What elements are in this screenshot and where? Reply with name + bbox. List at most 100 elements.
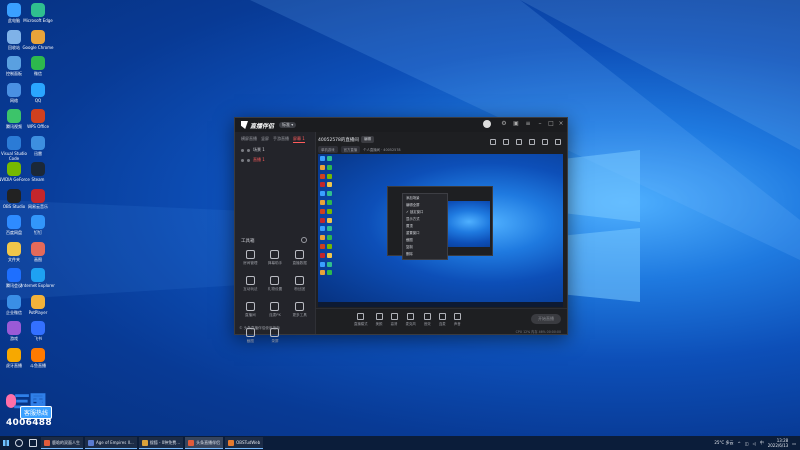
clock[interactable]: 13:28 2022/6/13	[768, 438, 789, 448]
context-menu-item[interactable]: 截图	[403, 237, 447, 244]
desktop-app-icon[interactable]	[7, 321, 21, 335]
minimize-icon[interactable]: –	[537, 121, 543, 127]
tool-item[interactable]: 弹幕助手	[263, 250, 288, 266]
volume-icon[interactable]: ◁	[753, 441, 756, 446]
desktop-app-icon[interactable]	[31, 162, 45, 176]
context-menu-item[interactable]: 添加场景	[403, 195, 447, 202]
tool-item[interactable]: 直播间	[238, 302, 263, 318]
desktop-app-icon[interactable]	[31, 82, 45, 97]
bottom-tool[interactable]: 麦克风	[406, 313, 416, 326]
tab-portrait[interactable]: 竖屏	[261, 136, 269, 143]
desktop-app-icon[interactable]	[7, 241, 21, 256]
context-menu-item[interactable]: 删除	[403, 251, 447, 258]
context-menu-item[interactable]: 置顶	[403, 223, 447, 230]
category-pill[interactable]: 单机游戏	[318, 146, 338, 153]
tab-mobile-game[interactable]: 手游直播	[273, 136, 289, 143]
layout-icon[interactable]	[503, 139, 509, 145]
taskbar-app[interactable]: 搜狐 - 0种免费...	[138, 437, 184, 449]
network-icon[interactable]: ◫	[745, 441, 749, 446]
desktop-app-icon[interactable]	[7, 215, 21, 229]
desktop-app-icon[interactable]	[7, 135, 21, 150]
desktop-app-icon[interactable]	[31, 135, 45, 150]
desktop-app-icon[interactable]	[31, 109, 45, 123]
chat-icon[interactable]	[516, 139, 522, 145]
start-button[interactable]	[0, 436, 12, 450]
desktop-app-icon[interactable]	[31, 56, 45, 70]
desktop-app-icon[interactable]	[7, 188, 21, 203]
edit-room-button[interactable]: 编辑	[361, 136, 374, 143]
tool-item[interactable]: 直播数据	[287, 250, 312, 266]
taskbar-app[interactable]: 头条直播伴侣	[185, 437, 224, 449]
desktop-app-icon[interactable]	[31, 188, 45, 203]
avatar[interactable]	[483, 120, 491, 128]
input-language[interactable]: 中	[760, 440, 764, 446]
bottom-tool[interactable]: 美颜	[375, 313, 383, 326]
type-pill[interactable]: 官方直播	[340, 146, 361, 153]
eye-icon[interactable]	[241, 148, 244, 152]
lock-icon[interactable]	[247, 158, 250, 162]
chevron-up-icon[interactable]: ^	[737, 441, 740, 446]
eye-icon[interactable]	[241, 158, 244, 162]
weather[interactable]: 25°C 多云	[714, 440, 733, 446]
tool-item[interactable]: 更多工具	[287, 302, 312, 318]
bottom-tool[interactable]: 连麦	[438, 313, 446, 326]
window-titlebar[interactable]: 直播伴侣 标准 ▾ ⚙ ▣ ≡ – □ ×	[235, 118, 567, 132]
context-menu-item[interactable]: 显示方式	[403, 216, 447, 223]
tab-screen[interactable]: 屏幕 1	[293, 136, 305, 143]
desktop-app-icon[interactable]	[7, 29, 21, 44]
desktop-app-icon[interactable]	[7, 109, 21, 123]
desktop-app-icon[interactable]	[7, 162, 21, 176]
desktop-app-icon[interactable]	[31, 3, 45, 17]
desktop-app-icon[interactable]	[31, 268, 45, 282]
lock-icon[interactable]	[247, 148, 250, 152]
taskbar-app[interactable]: Age of Empires II...	[85, 437, 137, 449]
tab-landscape[interactable]: 横屏直播	[241, 136, 257, 143]
desktop-app-icon[interactable]	[7, 82, 21, 97]
share-icon[interactable]	[555, 139, 561, 145]
task-view-icon[interactable]	[29, 439, 37, 447]
bottom-tool[interactable]: 高清	[390, 313, 398, 326]
scene-item[interactable]: 场景 1	[235, 143, 315, 153]
skin-icon[interactable]: ▣	[513, 121, 519, 127]
search-icon[interactable]	[15, 439, 23, 447]
bottom-tool[interactable]: 音效	[423, 313, 431, 326]
desktop-app-icon[interactable]	[7, 294, 21, 309]
close-icon[interactable]: ×	[558, 121, 564, 127]
mode-dropdown[interactable]: 标准 ▾	[279, 122, 297, 128]
desktop-app-icon[interactable]	[7, 3, 21, 17]
desktop-app-icon[interactable]	[7, 347, 21, 362]
settings-icon[interactable]: ⚙	[501, 121, 507, 127]
start-live-button[interactable]: 开始直播	[531, 314, 561, 324]
desktop-app-icon[interactable]	[7, 268, 21, 282]
share-screen-icon[interactable]	[490, 139, 496, 145]
menu-icon[interactable]: ≡	[525, 121, 531, 127]
tool-item[interactable]: 礼物设置	[263, 276, 288, 292]
desktop-app-icon[interactable]	[31, 29, 45, 44]
desktop-app-icon[interactable]	[31, 215, 45, 229]
bottom-tool[interactable]: 直播模式	[354, 313, 368, 326]
mic-icon[interactable]	[529, 139, 535, 145]
live-preview[interactable]: 添加场景编辑全屏锁定窗口显示方式置顶重置窗口截图复制删除	[318, 154, 563, 307]
desktop-app-icon[interactable]	[31, 347, 45, 362]
guide-link[interactable]: © 头条直播伴侣使用指南	[239, 326, 280, 331]
taskbar-app[interactable]: OBSTudWeb	[225, 437, 264, 449]
live-companion-window[interactable]: 直播伴侣 标准 ▾ ⚙ ▣ ≡ – □ × 横屏直播 竖屏 手游直播 屏幕 1 …	[234, 117, 568, 343]
scene-item[interactable]: 直播 1	[235, 153, 315, 163]
notification-center-icon[interactable]: ▭	[792, 441, 796, 446]
toolbox-settings-icon[interactable]	[301, 237, 307, 243]
desktop-app-icon[interactable]	[31, 294, 45, 309]
taskbar-app[interactable]: 鹿晗的双面人生	[41, 437, 83, 449]
context-menu-item[interactable]: 复制	[403, 244, 447, 251]
bottom-tool[interactable]: 声音	[453, 313, 461, 326]
tool-item[interactable]: 互动玩法	[238, 276, 263, 292]
maximize-icon[interactable]: □	[548, 121, 554, 127]
context-menu-item[interactable]: 锁定窗口	[403, 209, 447, 216]
desktop-app-icon[interactable]	[7, 56, 21, 70]
tool-item[interactable]: 连麦PK	[263, 302, 288, 318]
context-menu-item[interactable]: 编辑全屏	[403, 202, 447, 209]
desktop-app-icon[interactable]	[31, 241, 45, 256]
context-menu-item[interactable]: 重置窗口	[403, 230, 447, 237]
tool-item[interactable]: 粉丝团	[287, 276, 312, 292]
desktop-app-icon[interactable]	[31, 321, 45, 335]
tool-item[interactable]: 房间管理	[238, 250, 263, 266]
